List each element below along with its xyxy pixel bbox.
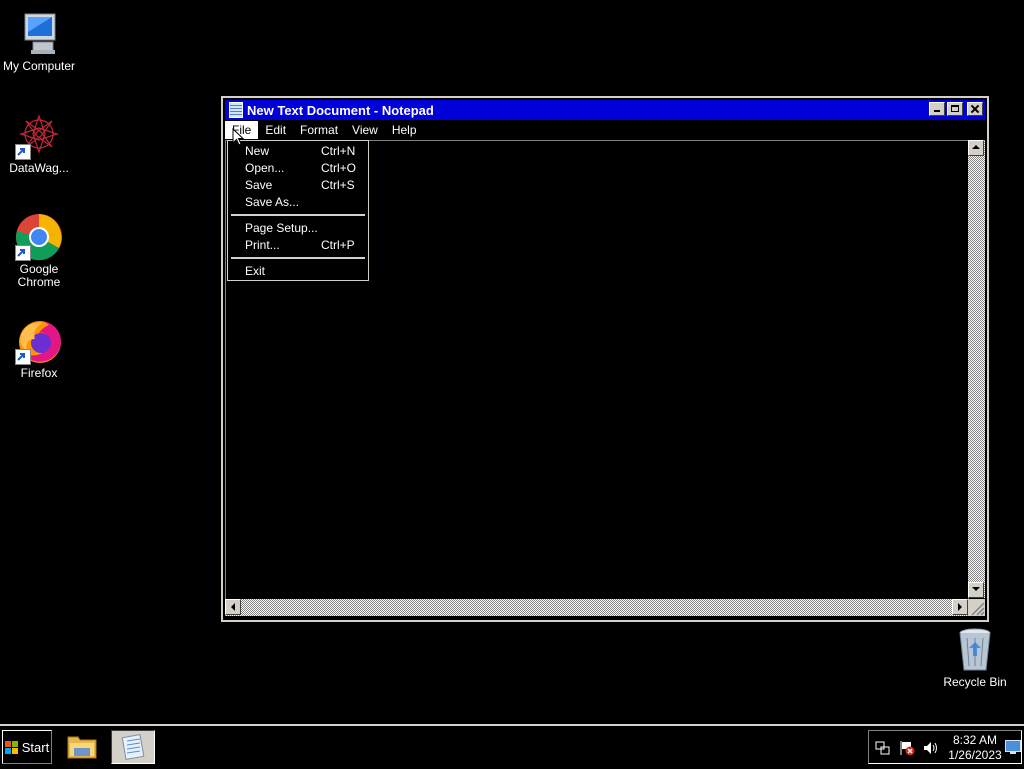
menu-item-label: Print...	[245, 238, 280, 252]
scroll-right-button[interactable]	[952, 599, 968, 615]
file-menu-dropdown: New Ctrl+N Open... Ctrl+O Save Ctrl+S Save …	[227, 140, 369, 281]
volume-icon[interactable]	[923, 740, 939, 756]
desktop-icon-label: Recycle Bin	[943, 675, 1007, 689]
start-button[interactable]: Start	[2, 730, 52, 764]
recycle-bin-icon	[951, 626, 999, 674]
menu-item-page-setup[interactable]: Page Setup...	[245, 221, 363, 237]
clock-date: 1/26/2023	[948, 748, 1002, 762]
desktop-icon-label: Google Chrome	[17, 262, 61, 289]
size-grip-icon	[971, 602, 985, 616]
menu-item-open[interactable]: Open... Ctrl+O	[245, 161, 363, 177]
network-icon[interactable]	[875, 740, 891, 756]
show-desktop-icon[interactable]	[1005, 740, 1021, 754]
menu-item-shortcut	[321, 264, 363, 280]
folder-icon	[67, 736, 97, 759]
shortcut-arrow-icon	[15, 144, 31, 160]
mouse-cursor-icon	[232, 128, 244, 146]
menu-item-shortcut	[321, 221, 363, 237]
menu-item-save[interactable]: Save Ctrl+S	[245, 178, 363, 194]
desktop-icon-label: DataWag...	[9, 161, 69, 175]
shortcut-arrow-icon	[15, 245, 31, 261]
taskbar-file-explorer[interactable]	[62, 730, 106, 764]
menu-separator	[231, 214, 365, 216]
notepad-icon	[121, 734, 145, 760]
firefox-icon	[15, 317, 63, 365]
close-button[interactable]	[967, 102, 983, 116]
menu-item-shortcut: Ctrl+N	[321, 144, 356, 158]
arrow-up-icon	[972, 145, 980, 149]
vertical-scrollbar[interactable]	[968, 140, 985, 598]
scroll-left-button[interactable]	[225, 599, 241, 615]
menu-item-label: Save	[245, 178, 273, 192]
clock-time: 8:32 AM	[952, 733, 998, 747]
arrow-right-icon	[958, 603, 962, 611]
shortcut-arrow-icon	[15, 349, 31, 365]
menu-bar: File Edit Format View Help	[225, 121, 985, 139]
menu-format[interactable]: Format	[293, 121, 345, 139]
horizontal-scrollbar[interactable]	[225, 599, 968, 616]
system-tray: 8:32 AM 1/26/2023	[868, 730, 1022, 764]
notepad-icon	[229, 102, 243, 118]
menu-separator	[231, 257, 365, 259]
maximize-button[interactable]	[947, 102, 963, 116]
menu-edit[interactable]: Edit	[258, 121, 293, 139]
clock[interactable]: 8:32 AM 1/26/2023	[945, 733, 1005, 763]
desktop-icon-label: Firefox	[20, 366, 58, 380]
menu-item-shortcut: Ctrl+O	[321, 161, 357, 175]
menu-item-label: Exit	[245, 264, 266, 278]
datawag-icon	[15, 112, 63, 160]
desktop-icon-firefox[interactable]: Firefox	[1, 317, 77, 380]
action-center-flag-icon[interactable]	[899, 740, 915, 756]
my-computer-icon	[15, 10, 63, 58]
menu-view[interactable]: View	[345, 121, 385, 139]
windows-logo-icon	[4, 740, 18, 754]
desktop-icon-label: My Computer	[2, 59, 76, 73]
size-grip[interactable]	[968, 599, 985, 616]
menu-item-label: Page Setup...	[245, 221, 318, 235]
menu-item-shortcut: Ctrl+S	[321, 178, 355, 192]
arrow-down-icon	[972, 587, 980, 591]
minimize-button[interactable]	[929, 102, 945, 116]
desktop-icon-my-computer[interactable]: My Computer	[1, 10, 77, 73]
arrow-left-icon	[231, 603, 235, 611]
scroll-up-button[interactable]	[968, 140, 984, 156]
menu-item-label: Save As...	[245, 195, 300, 209]
window-title: New Text Document - Notepad	[247, 102, 434, 118]
desktop-icon-recycle-bin[interactable]: Recycle Bin	[937, 626, 1013, 689]
menu-item-label: New	[245, 144, 270, 158]
taskbar-notepad[interactable]	[111, 730, 155, 764]
desktop-icon-google-chrome[interactable]: Google Chrome	[1, 213, 77, 289]
scroll-down-button[interactable]	[968, 582, 984, 598]
chrome-icon	[15, 213, 63, 261]
menu-item-new[interactable]: New Ctrl+N	[245, 144, 363, 160]
menu-item-shortcut: Ctrl+P	[321, 238, 355, 252]
menu-item-label: Open...	[245, 161, 285, 175]
menu-item-save-as[interactable]: Save As...	[245, 195, 363, 211]
start-label: Start	[21, 739, 50, 755]
desktop-icon-datawag[interactable]: DataWag...	[1, 112, 77, 175]
menu-item-print[interactable]: Print... Ctrl+P	[245, 238, 363, 254]
menu-item-shortcut	[321, 195, 363, 211]
taskbar: Start 8:32 AM 1/26/2023	[0, 724, 1024, 768]
title-bar[interactable]: New Text Document - Notepad	[225, 100, 985, 120]
menu-help[interactable]: Help	[385, 121, 424, 139]
menu-item-exit[interactable]: Exit	[245, 264, 363, 280]
